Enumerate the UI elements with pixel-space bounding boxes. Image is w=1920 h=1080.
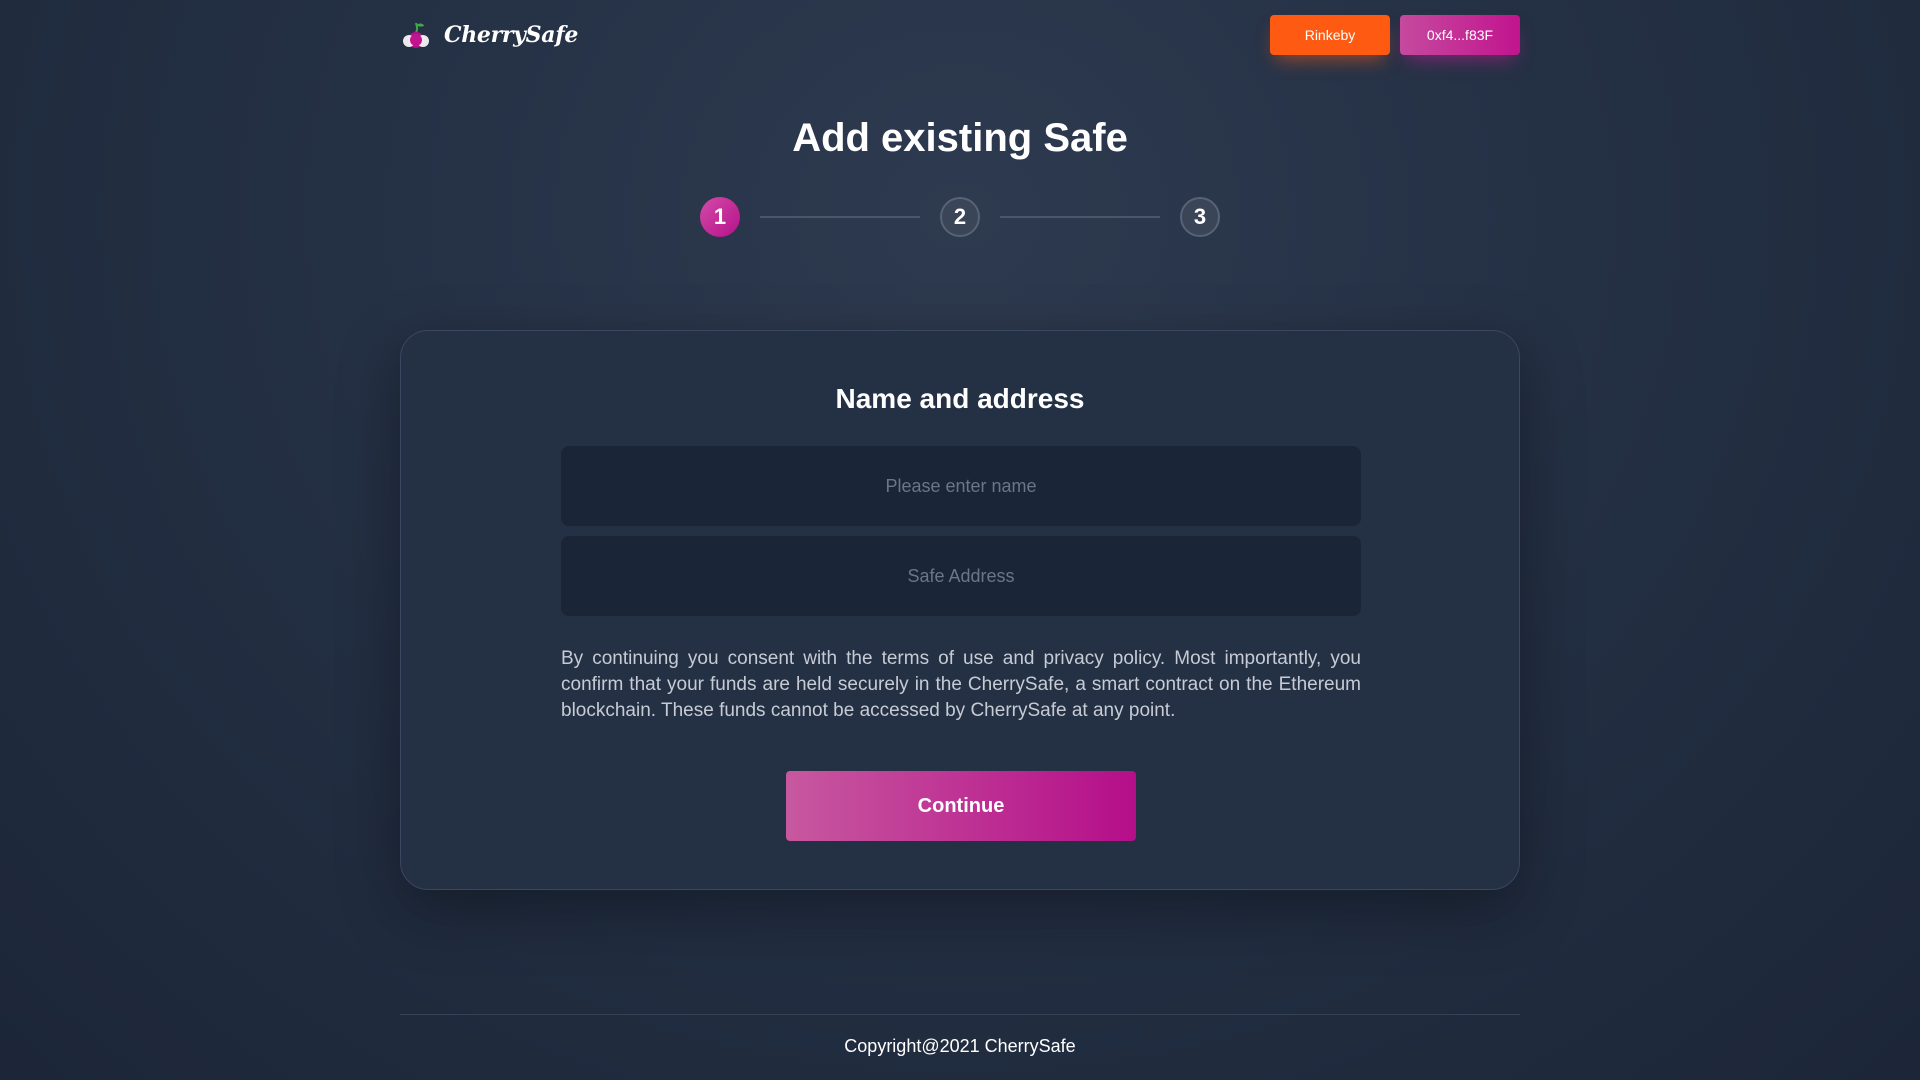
safe-address-input[interactable] — [561, 536, 1361, 616]
step-connector — [1000, 216, 1160, 218]
consent-text: By continuing you consent with the terms… — [561, 648, 1361, 721]
continue-button[interactable]: Continue — [786, 771, 1136, 841]
safe-name-input[interactable] — [561, 446, 1361, 526]
step-connector — [760, 216, 920, 218]
brand-name: CherrySafe — [444, 22, 579, 48]
brand-logo[interactable]: CherrySafe — [400, 19, 578, 51]
footer-copyright: Copyright@2021 CherrySafe — [844, 1036, 1076, 1056]
network-button[interactable]: Rinkeby — [1270, 15, 1390, 55]
step-3: 3 — [1180, 197, 1220, 237]
name-address-card: Name and address By continuing you conse… — [400, 330, 1520, 890]
step-2: 2 — [940, 197, 980, 237]
page-title: Add existing Safe — [792, 116, 1128, 160]
step-1: 1 — [700, 197, 740, 237]
cherry-icon — [403, 22, 429, 48]
header-actions: Rinkeby 0xf4...f83F — [1270, 15, 1520, 55]
account-button[interactable]: 0xf4...f83F — [1400, 15, 1520, 55]
stepper: 1 2 3 — [700, 196, 1220, 238]
footer-divider — [400, 1014, 1520, 1015]
app-header: CherrySafe Rinkeby 0xf4...f83F — [400, 14, 1520, 56]
card-title: Name and address — [835, 383, 1085, 414]
